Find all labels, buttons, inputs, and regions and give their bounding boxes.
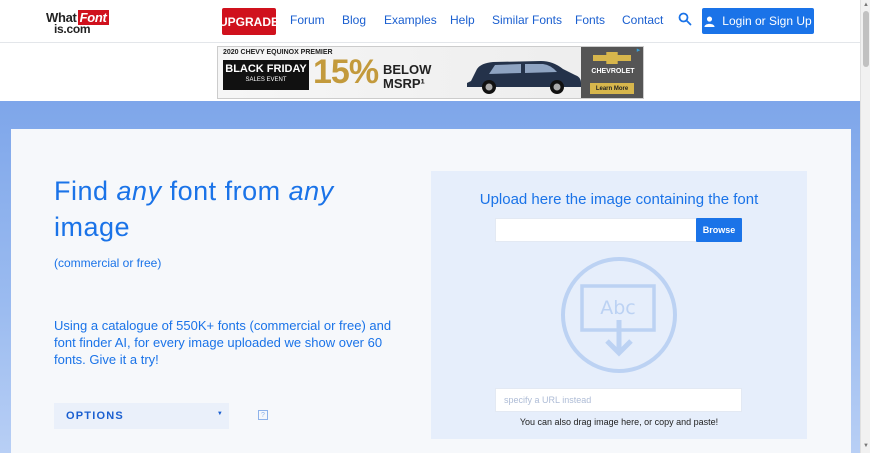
url-input[interactable]: specify a URL instead: [495, 388, 742, 412]
ad-sales-event-text: SALES EVENT: [245, 77, 287, 83]
ad-banner[interactable]: 2020 CHEVY EQUINOX PREMIER BLACK FRIDAY …: [217, 46, 644, 99]
nav-similar-fonts[interactable]: Similar Fonts: [492, 13, 562, 27]
headline-subtitle: (commercial or free): [54, 256, 162, 270]
site-header: What Font is.com UPGRADE Forum Blog Examp…: [0, 0, 860, 43]
ad-below-text: BELOW: [383, 62, 432, 77]
abc-icon-text: Abc: [600, 297, 636, 319]
nav-fonts[interactable]: Fonts: [575, 13, 605, 27]
ad-choices-icon[interactable]: ▸: [634, 46, 643, 55]
ad-black-friday-text: BLACK FRIDAY: [225, 63, 307, 75]
car-image: [467, 61, 581, 94]
drag-hint: You can also drag image here, or copy an…: [519, 417, 719, 427]
login-signup-button[interactable]: Login or Sign Up: [702, 8, 814, 34]
image-upload-icon[interactable]: Abc: [560, 256, 678, 374]
ad-msrp-text: MSRP¹: [383, 76, 425, 91]
nav-help[interactable]: Help: [450, 13, 475, 27]
upgrade-button[interactable]: UPGRADE: [219, 8, 279, 35]
help-icon[interactable]: ?: [258, 410, 268, 420]
upload-title: Upload here the image containing the fon…: [479, 191, 759, 208]
user-icon: [704, 15, 715, 27]
headline-emphasis: any: [116, 176, 162, 206]
ad-learn-more-button[interactable]: Learn More: [590, 83, 634, 94]
logo-text-domain: is.com: [54, 22, 91, 36]
nav-contact[interactable]: Contact: [622, 13, 663, 27]
login-signup-label: Login or Sign Up: [722, 14, 812, 28]
browse-button[interactable]: Browse: [696, 218, 742, 242]
file-input[interactable]: [495, 218, 697, 242]
options-label: OPTIONS: [66, 410, 124, 422]
scroll-up-arrow-icon[interactable]: ▲: [863, 2, 869, 8]
scroll-down-arrow-icon[interactable]: ▼: [863, 443, 869, 449]
headline-part: image: [54, 212, 131, 242]
nav-forum[interactable]: Forum: [290, 13, 325, 27]
headline-part: Find: [54, 176, 117, 206]
search-icon[interactable]: [678, 12, 692, 26]
scrollbar[interactable]: ▲ ▼: [860, 0, 870, 453]
site-logo[interactable]: What Font is.com: [46, 10, 116, 36]
ad-black-friday-box: BLACK FRIDAY SALES EVENT: [223, 60, 309, 90]
caret-down-icon: ▼: [216, 411, 224, 417]
page-headline: Find any font from any image: [54, 173, 414, 245]
chevrolet-bowtie-icon: [593, 52, 631, 64]
upload-panel[interactable]: Upload here the image containing the fon…: [431, 171, 807, 439]
ad-brand-name: CHEVROLET: [591, 68, 635, 75]
options-dropdown[interactable]: OPTIONS ▼: [54, 403, 229, 429]
nav-blog[interactable]: Blog: [342, 13, 366, 27]
ad-below-msrp: BELOW MSRP¹: [383, 63, 431, 91]
headline-part: font from: [161, 176, 289, 206]
ad-percent: 15%: [313, 53, 379, 91]
scrollbar-thumb[interactable]: [863, 11, 869, 67]
page-description: Using a catalogue of 550K+ fonts (commer…: [54, 318, 392, 367]
nav-examples[interactable]: Examples: [384, 13, 437, 27]
headline-emphasis: any: [288, 176, 334, 206]
